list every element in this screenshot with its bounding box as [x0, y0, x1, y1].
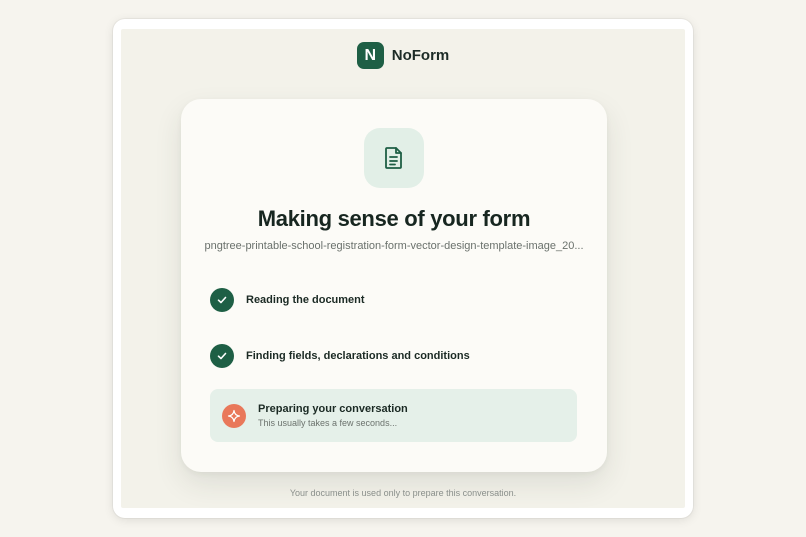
browser-window: N NoForm Making sense of your form pngtr… [113, 19, 693, 518]
brand-logo: N [356, 42, 384, 69]
check-icon [217, 352, 227, 360]
page-title: Making sense of your form [257, 206, 531, 231]
step-reading-document: Reading the document [210, 288, 577, 312]
brand-header: N NoForm [121, 42, 685, 69]
file-name: pngtree-printable-school-registration-fo… [204, 240, 584, 252]
document-icon-tile [364, 128, 424, 188]
step-status-in-progress [222, 403, 246, 428]
document-icon [385, 147, 402, 169]
step-finding-fields: Finding fields, declarations and conditi… [210, 344, 577, 368]
brand-name: NoForm [391, 47, 450, 64]
processing-card: Making sense of your form pngtree-printa… [181, 99, 607, 472]
step-status-done [210, 288, 234, 312]
step-label: Finding fields, declarations and conditi… [246, 350, 470, 362]
sparkle-icon [227, 409, 241, 422]
privacy-note: Your document is used only to prepare th… [289, 488, 517, 498]
app-screen: N NoForm Making sense of your form pngtr… [121, 29, 685, 508]
step-label: Preparing your conversation [258, 403, 408, 415]
step-preparing-conversation: Preparing your conversation This usually… [210, 389, 577, 442]
step-status-done [210, 344, 234, 368]
step-sublabel: This usually takes a few seconds... [258, 418, 398, 428]
check-icon [217, 296, 227, 304]
step-label: Reading the document [246, 294, 365, 306]
